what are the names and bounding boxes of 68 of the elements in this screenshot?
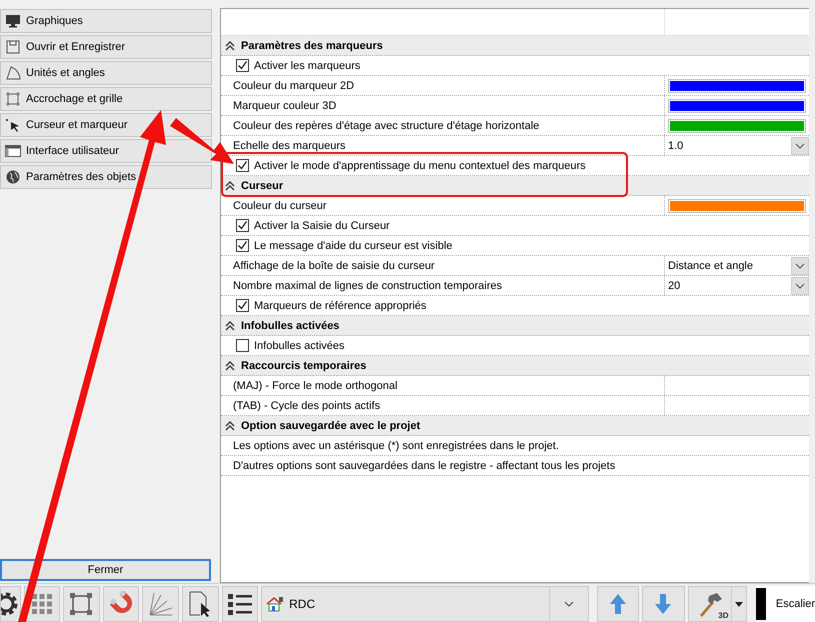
fan-lines-icon	[148, 591, 174, 617]
section-title: Infobulles activées	[241, 320, 340, 332]
window-icon	[5, 145, 21, 157]
checkbox[interactable]	[236, 59, 249, 72]
checkbox-label: Marqueurs de référence appropriés	[254, 300, 426, 312]
cursor-icon	[6, 118, 20, 132]
property-label: Couleur des repères d'étage avec structure d'étage horizontale	[233, 120, 540, 132]
property-label: Echelle des marqueurs	[233, 140, 346, 152]
sidebar-item[interactable]: Interface utilisateur	[0, 139, 212, 163]
checkbox-label: Activer les marqueurs	[254, 60, 360, 72]
list-icon	[226, 592, 253, 616]
info-text: D'autres options sont sauvegardées dans le registre - affectant tous les projets	[233, 460, 616, 472]
section-title: Paramètres des marqueurs	[241, 40, 383, 52]
section-title: Raccourcis temporaires	[241, 360, 366, 372]
checkbox[interactable]	[236, 219, 249, 232]
property-label: Affichage de la boîte de saisie du curseur	[233, 260, 435, 272]
sidebar-item[interactable]: Graphiques	[0, 9, 212, 33]
square-frame-icon	[69, 592, 94, 616]
sidebar-item[interactable]: Curseur et marqueur	[0, 113, 212, 137]
property-label: Couleur du marqueur 2D	[233, 80, 354, 92]
checkbox-label: Le message d'aide du curseur est visible	[254, 240, 452, 252]
build-button[interactable]: 3D	[688, 586, 747, 622]
toolbar-button[interactable]	[63, 586, 100, 622]
stair-label: Escalier	[776, 598, 815, 610]
checkbox[interactable]	[236, 159, 249, 172]
section-title: Option sauvegardée avec le projet	[241, 420, 420, 432]
chevron-down-icon	[795, 142, 805, 148]
chevron-down-icon	[795, 282, 805, 288]
collapse-icon[interactable]	[225, 320, 235, 330]
checkbox[interactable]	[236, 339, 249, 352]
checkbox-label: Activer la Saisie du Curseur	[254, 220, 390, 232]
checkbox[interactable]	[236, 299, 249, 312]
property-label: (TAB) - Cycle des points actifs	[233, 400, 380, 412]
square-frame-icon	[6, 92, 20, 106]
collapse-icon[interactable]	[225, 360, 235, 370]
toolbar-button[interactable]	[222, 586, 258, 622]
info-text: Les options avec un astérisque (*) sont enregistrées dans le projet.	[233, 440, 559, 452]
sidebar-item[interactable]: Accrochage et grille	[0, 87, 212, 111]
chevron-down-icon	[795, 262, 805, 268]
house-icon	[266, 596, 284, 612]
annotation-arrow	[170, 118, 234, 164]
grid-icon	[30, 592, 54, 616]
checkbox[interactable]	[236, 239, 249, 252]
checkbox-label: Infobulles activées	[254, 340, 344, 352]
collapse-icon[interactable]	[225, 40, 235, 50]
property-label: (MAJ) - Force le mode orthogonal	[233, 380, 398, 392]
property-label: Couleur du curseur	[233, 200, 327, 212]
property-label: Marqueur couleur 3D	[233, 100, 336, 112]
toolbar-button[interactable]	[182, 586, 219, 622]
close-button[interactable]: Fermer	[0, 559, 211, 581]
sidebar-item[interactable]: Unités et angles	[0, 61, 212, 85]
chevron-down-icon	[564, 601, 574, 607]
toolbar-button[interactable]	[0, 586, 21, 622]
caret-icon	[734, 602, 743, 606]
sidebar-item[interactable]: Paramètres des objets	[0, 165, 212, 189]
settings-icon	[1, 591, 19, 617]
collapse-icon[interactable]	[225, 420, 235, 430]
sidebar-item[interactable]: Ouvrir et Enregistrer	[0, 35, 212, 59]
angle-icon	[6, 66, 20, 80]
globe-icon	[6, 170, 20, 184]
level-dropdown[interactable]: RDC	[261, 586, 589, 622]
section-title: Curseur	[241, 180, 284, 192]
swatch-icon	[756, 588, 766, 620]
collapse-icon[interactable]	[225, 180, 235, 190]
badge-text: 3D	[718, 611, 728, 620]
checkbox-label: Activer le mode d'apprentissage du menu contextuel des marqueurs	[254, 160, 586, 172]
property-label: Nombre maximal de lignes de construction temporaires	[233, 280, 502, 292]
monitor-icon	[5, 14, 21, 28]
